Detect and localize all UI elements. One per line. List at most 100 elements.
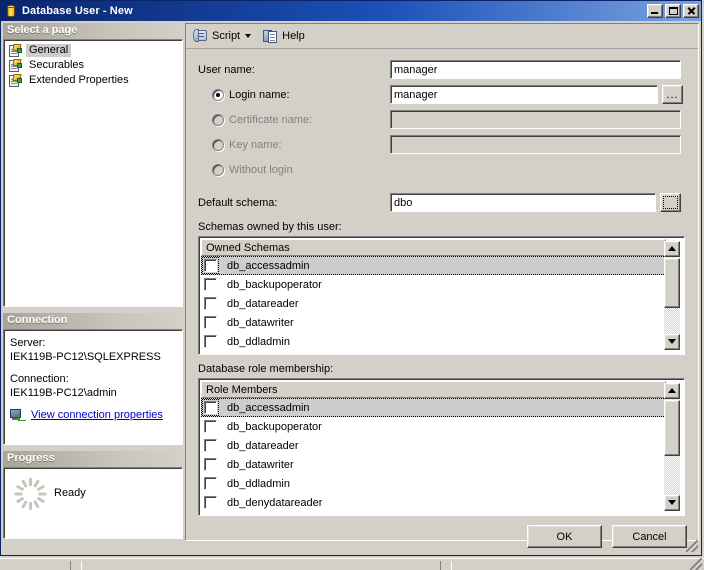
list-item[interactable]: db_datareader: [201, 436, 666, 455]
ok-button[interactable]: OK: [527, 525, 602, 548]
row-checkbox[interactable]: [204, 278, 217, 291]
background-status-bar: [0, 558, 704, 570]
list-item[interactable]: db_ddladmin: [201, 332, 666, 351]
row-checkbox[interactable]: [204, 420, 217, 433]
login-name-radio[interactable]: [212, 88, 224, 101]
login-name-row: Login name: manager ...: [198, 84, 686, 105]
certificate-name-input: [390, 110, 681, 129]
row-checkbox[interactable]: [204, 335, 217, 348]
general-form: User name: manager Login name: manager .…: [186, 49, 698, 516]
page-list[interactable]: General Securables Extended Properties: [3, 39, 183, 307]
list-item[interactable]: db_accessadmin: [201, 256, 666, 275]
list-item[interactable]: db_datawriter: [201, 455, 666, 474]
minimize-button[interactable]: [647, 4, 663, 18]
list-item-label: db_datareader: [227, 439, 299, 452]
row-checkbox[interactable]: [204, 316, 217, 329]
login-name-input[interactable]: manager: [390, 85, 658, 104]
window-controls: [647, 4, 699, 18]
row-checkbox[interactable]: [204, 297, 217, 310]
list-item[interactable]: db_denydatareader: [201, 493, 666, 512]
without-login-label: Without login: [229, 163, 293, 176]
scrollbar-thumb[interactable]: [664, 258, 680, 308]
progress-spinner-icon: [14, 478, 46, 510]
dialog-resize-grip[interactable]: [686, 540, 698, 552]
database-user-dialog: Database User - New Select a page Genera…: [0, 0, 702, 556]
network-connection-icon: [10, 408, 27, 422]
view-connection-properties-row[interactable]: View connection properties: [10, 408, 176, 422]
row-checkbox[interactable]: [202, 257, 219, 274]
row-checkbox[interactable]: [204, 496, 217, 509]
owned-schemas-rows: db_accessadmin db_backupoperator db_data…: [201, 256, 666, 352]
cancel-button[interactable]: Cancel: [612, 525, 687, 548]
row-checkbox[interactable]: [202, 399, 219, 416]
list-item[interactable]: db_ddladmin: [201, 474, 666, 493]
list-item[interactable]: db_backupoperator: [201, 275, 666, 294]
background-resize-grip[interactable]: [690, 558, 702, 570]
maximize-button[interactable]: [665, 4, 681, 18]
list-item-label: db_datawriter: [227, 458, 294, 471]
connection-label: Connection:: [10, 373, 69, 385]
list-item-label: db_backupoperator: [227, 420, 322, 433]
user-name-label: User name:: [198, 63, 255, 76]
connection-info: Server: IEK119B-PC12\SQLEXPRESS Connecti…: [3, 329, 183, 445]
without-login-row: Without login: [198, 159, 686, 180]
scroll-up-button[interactable]: [664, 241, 680, 257]
connection-section: Connection Server: IEK119B-PC12\SQLEXPRE…: [3, 313, 183, 445]
role-membership-scrollbar[interactable]: [664, 383, 680, 511]
default-schema-label: Default schema:: [198, 196, 278, 209]
sidebar-item-label: Extended Properties: [29, 74, 129, 86]
progress-status: Ready: [54, 487, 86, 499]
row-checkbox[interactable]: [204, 458, 217, 471]
script-icon: [193, 28, 209, 44]
sidebar-item-securables[interactable]: Securables: [6, 58, 180, 73]
chevron-down-icon[interactable]: [245, 34, 252, 38]
list-item[interactable]: db_accessadmin: [201, 398, 666, 417]
default-schema-browse-button[interactable]: [660, 193, 681, 212]
close-button[interactable]: [683, 4, 699, 18]
list-item[interactable]: db_backupoperator: [201, 417, 666, 436]
role-membership-list[interactable]: Role Members db_accessadmin db_backupope…: [198, 378, 685, 516]
window-title: Database User - New: [22, 5, 133, 17]
scrollbar-thumb[interactable]: [664, 400, 680, 456]
dialog-body: Select a page General Securables Extende…: [1, 21, 701, 555]
without-login-radio: [212, 163, 224, 176]
owned-schemas-scrollbar[interactable]: [664, 241, 680, 350]
default-schema-input[interactable]: dbo: [390, 193, 656, 212]
list-item-label: db_datawriter: [227, 316, 294, 329]
owned-schemas-label: Schemas owned by this user:: [198, 221, 342, 233]
page-icon: [8, 58, 23, 73]
toolbar: Script Help: [186, 24, 698, 49]
key-name-radio: [212, 138, 224, 151]
page-icon: [8, 73, 23, 88]
login-name-browse-button[interactable]: ...: [662, 85, 683, 104]
list-item-label: db_backupoperator: [227, 278, 322, 291]
sidebar-item-label: Securables: [29, 59, 85, 71]
select-a-page-header: Select a page: [3, 23, 183, 39]
default-schema-row: Default schema: dbo: [198, 192, 686, 213]
view-connection-properties-link[interactable]: View connection properties: [31, 408, 163, 422]
key-name-label: Key name:: [229, 138, 282, 151]
sidebar-item-extended-properties[interactable]: Extended Properties: [6, 73, 180, 88]
help-button[interactable]: Help: [260, 26, 308, 46]
list-item[interactable]: db_datareader: [201, 294, 666, 313]
content-pane: Script Help User name: manager Login nam…: [185, 23, 699, 541]
scroll-up-button[interactable]: [664, 383, 680, 399]
list-item-label: db_accessadmin: [227, 259, 310, 272]
help-label: Help: [282, 30, 305, 42]
role-members-column-header: Role Members: [201, 381, 666, 398]
certificate-name-radio: [212, 113, 224, 126]
script-button[interactable]: Script: [190, 26, 260, 46]
list-item[interactable]: db_datawriter: [201, 313, 666, 332]
row-checkbox[interactable]: [204, 477, 217, 490]
scroll-down-button[interactable]: [664, 334, 680, 350]
row-checkbox[interactable]: [204, 439, 217, 452]
server-label: Server:: [10, 337, 46, 349]
script-label: Script: [212, 30, 241, 42]
scroll-down-button[interactable]: [664, 495, 680, 511]
sidebar-item-general[interactable]: General: [6, 43, 180, 58]
title-bar[interactable]: Database User - New: [1, 1, 701, 21]
owned-schemas-list[interactable]: Owned Schemas db_accessadmin db_backupop…: [198, 236, 685, 355]
list-item-label: db_datareader: [227, 297, 299, 310]
user-name-input[interactable]: manager: [390, 60, 681, 79]
login-name-label: Login name:: [229, 88, 290, 101]
